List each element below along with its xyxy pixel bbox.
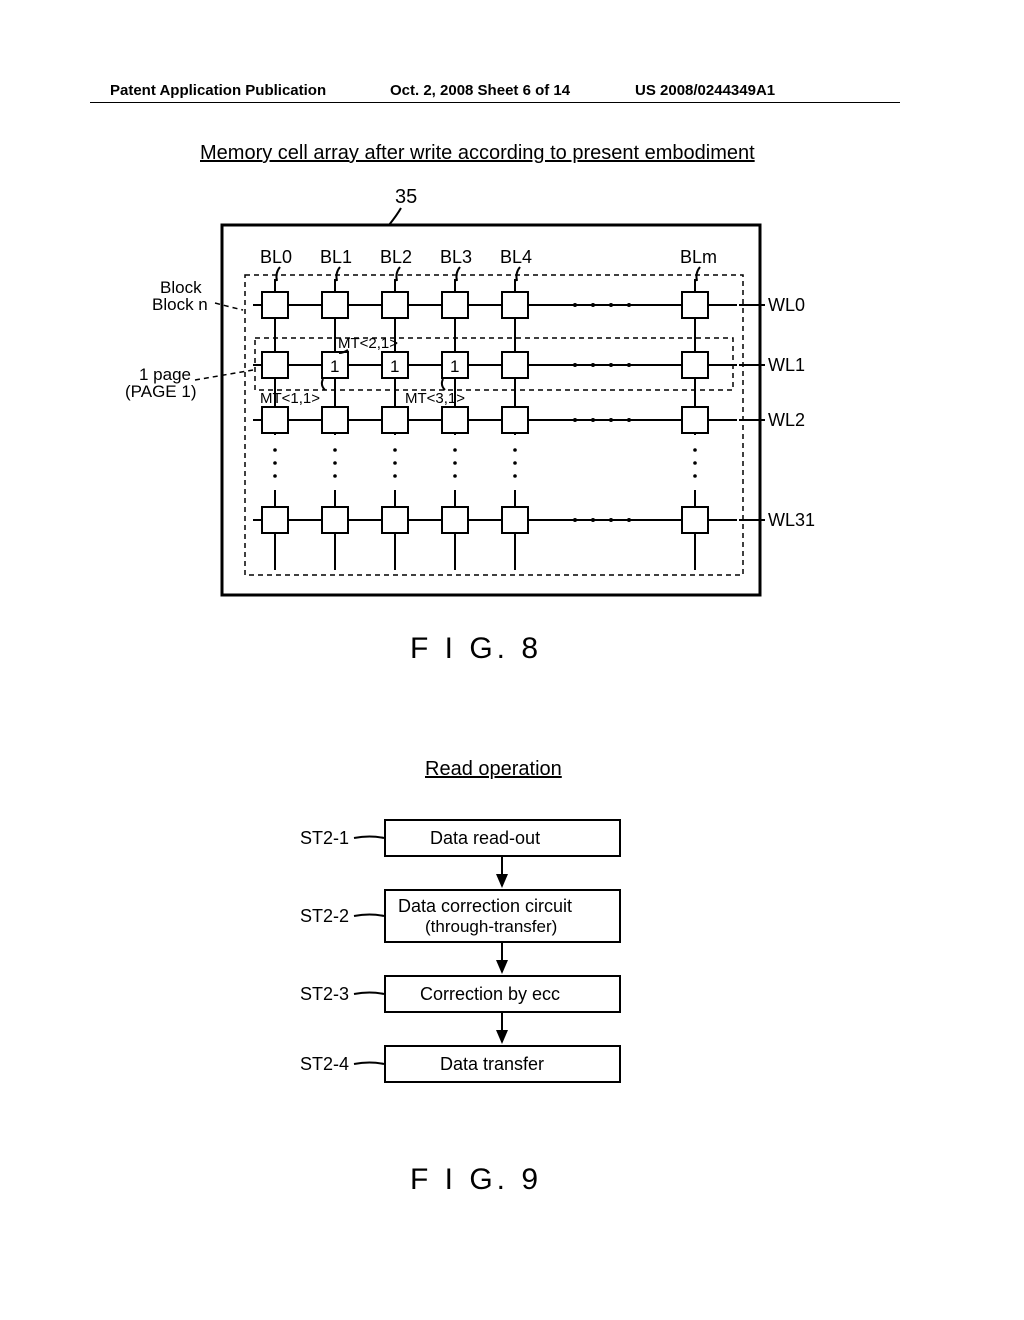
bl2: BL2 (380, 247, 412, 267)
header-mid: Oct. 2, 2008 Sheet 6 of 14 (390, 82, 570, 99)
wl0: WL0 (768, 295, 805, 315)
step2-label-b: (through-transfer) (425, 917, 557, 936)
header-right: US 2008/0244349A1 (635, 82, 775, 99)
wl31: WL31 (768, 510, 815, 530)
fig9-title: Read operation (425, 758, 562, 781)
step4-id: ST2-4 (300, 1054, 349, 1074)
block-b: Block n (152, 295, 208, 314)
svg-text:1: 1 (330, 357, 339, 376)
fig8-caption: F I G. 8 (410, 632, 542, 666)
bl1: BL1 (320, 247, 352, 267)
header-left: Patent Application Publication (110, 82, 326, 99)
wl2: WL2 (768, 410, 805, 430)
step3-id: ST2-3 (300, 984, 349, 1004)
step2-label-a: Data correction circuit (398, 896, 572, 916)
svg-text:1: 1 (390, 357, 399, 376)
page-header: Patent Application Publication Oct. 2, 2… (0, 82, 1024, 112)
fig8-title: Memory cell array after write according … (200, 142, 755, 165)
bl3: BL3 (440, 247, 472, 267)
cell (262, 292, 288, 318)
fig8-ref: 35 (395, 186, 417, 208)
mt11: MT<1,1> (260, 390, 320, 407)
hdots (573, 303, 631, 522)
step1-id: ST2-1 (300, 828, 349, 848)
bl4: BL4 (500, 247, 532, 267)
mt31: MT<3,1> (405, 390, 465, 407)
array-frame (222, 225, 760, 595)
step3-label: Correction by ecc (420, 984, 560, 1004)
vdots (273, 448, 697, 478)
step1-label: Data read-out (430, 828, 540, 848)
step4-label: Data transfer (440, 1054, 544, 1074)
fig8-diagram: 35 BL0 BL1 BL2 BL3 BL4 BLm (125, 175, 825, 615)
fig9-caption: F I G. 9 (410, 1163, 542, 1197)
step2-id: ST2-2 (300, 906, 349, 926)
svg-text:1: 1 (450, 357, 459, 376)
wl1: WL1 (768, 355, 805, 375)
ref-leader (389, 208, 401, 225)
page-b: (PAGE 1) (125, 382, 196, 401)
block-outline (245, 275, 743, 575)
fig9-flowchart: Data read-out ST2-1 Data correction circ… (290, 800, 730, 1140)
blm: BLm (680, 247, 717, 267)
bl0: BL0 (260, 247, 292, 267)
header-rule (90, 102, 900, 103)
